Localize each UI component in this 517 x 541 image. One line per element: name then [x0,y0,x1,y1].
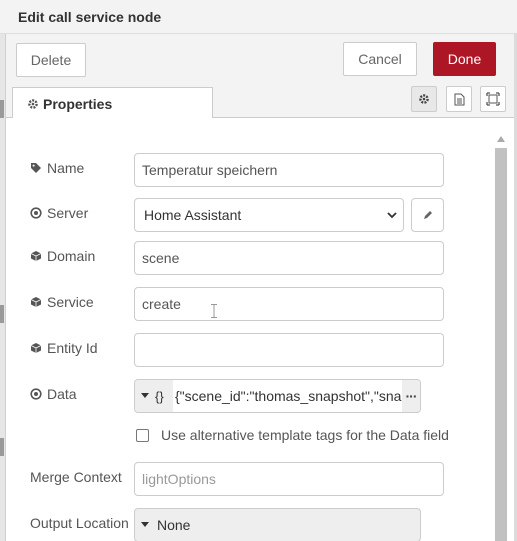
domain-input[interactable]: scene [134,241,444,275]
alt-template-label: Use alternative template tags for the Da… [161,427,449,443]
entity-id-label: Entity Id [30,340,98,356]
domain-label-text: Domain [47,248,96,264]
server-select-value: Home Assistant [144,207,242,223]
server-label: Server [30,205,88,221]
delete-button[interactable]: Delete [16,43,86,77]
entity-id-input[interactable] [134,333,444,367]
output-location-label-text: Output Location [30,515,129,531]
edit-server-button[interactable] [411,198,444,232]
json-type-icon: {} [155,388,164,404]
scrollbar[interactable] [495,136,507,541]
cube-icon [30,343,42,353]
data-label-text: Data [47,386,77,402]
tab-properties-label: Properties [43,95,113,112]
name-label-text: Name [47,160,85,176]
output-location-select[interactable]: None [134,508,421,541]
entity-id-label-text: Entity Id [47,340,98,356]
dot-circle-icon [30,388,42,400]
edge-marker [0,305,4,323]
service-label-text: Service [47,294,94,310]
data-type-selector[interactable]: {} [135,380,173,412]
scroll-up-arrow-icon[interactable] [497,136,505,142]
tab-settings-icon[interactable] [411,86,437,112]
server-label-text: Server [47,205,89,221]
server-select[interactable]: Home Assistant [134,198,404,232]
alt-template-checkbox[interactable] [136,429,149,442]
dialog-titlebar: Edit call service node [0,0,517,34]
merge-context-label-text: Merge Context [30,469,122,485]
tag-icon [31,163,41,173]
done-button[interactable]: Done [433,42,496,76]
caret-down-icon [141,393,149,398]
tab-bar: Properties [6,84,514,119]
data-typed-input[interactable]: {} {"scene_id":"thomas_snapshot","snapsh… [134,379,421,413]
merge-context-label: Merge Context [30,469,122,485]
tab-description-icon[interactable] [446,86,472,112]
data-value[interactable]: {"scene_id":"thomas_snapshot","snapshot_… [175,380,409,412]
text-cursor-icon [211,304,217,318]
frame-icon [486,92,500,106]
file-text-icon [454,93,464,105]
tab-properties[interactable]: Properties [12,87,213,119]
service-label: Service [30,294,94,310]
edge-marker [0,100,4,118]
cancel-button[interactable]: Cancel [343,42,417,76]
gear-icon [419,94,429,104]
cube-icon [30,297,42,307]
data-label: Data [30,386,77,402]
pencil-icon [424,210,432,219]
dialog-title: Edit call service node [18,9,162,25]
chevron-down-icon [387,212,397,219]
name-label: Name [30,160,84,176]
name-input[interactable]: Temperatur speichern [134,153,444,187]
cube-icon [30,251,42,261]
edge-marker [0,438,4,456]
gear-icon [28,98,38,109]
expand-editor-button[interactable]: ··· [402,380,420,412]
tab-appearance-icon[interactable] [480,86,506,112]
scrollbar-thumb[interactable] [495,148,507,541]
dot-circle-icon [30,207,42,219]
merge-context-input[interactable]: lightOptions [134,462,444,496]
domain-label: Domain [30,248,95,264]
output-location-value: None [157,517,191,533]
service-input[interactable]: create [134,287,444,321]
caret-down-icon [141,522,149,527]
dialog-toolbar: Delete Cancel Done [6,34,514,84]
output-location-label: Output Location [30,515,129,531]
properties-panel: Name Temperatur speichern Server Home As… [6,118,514,541]
